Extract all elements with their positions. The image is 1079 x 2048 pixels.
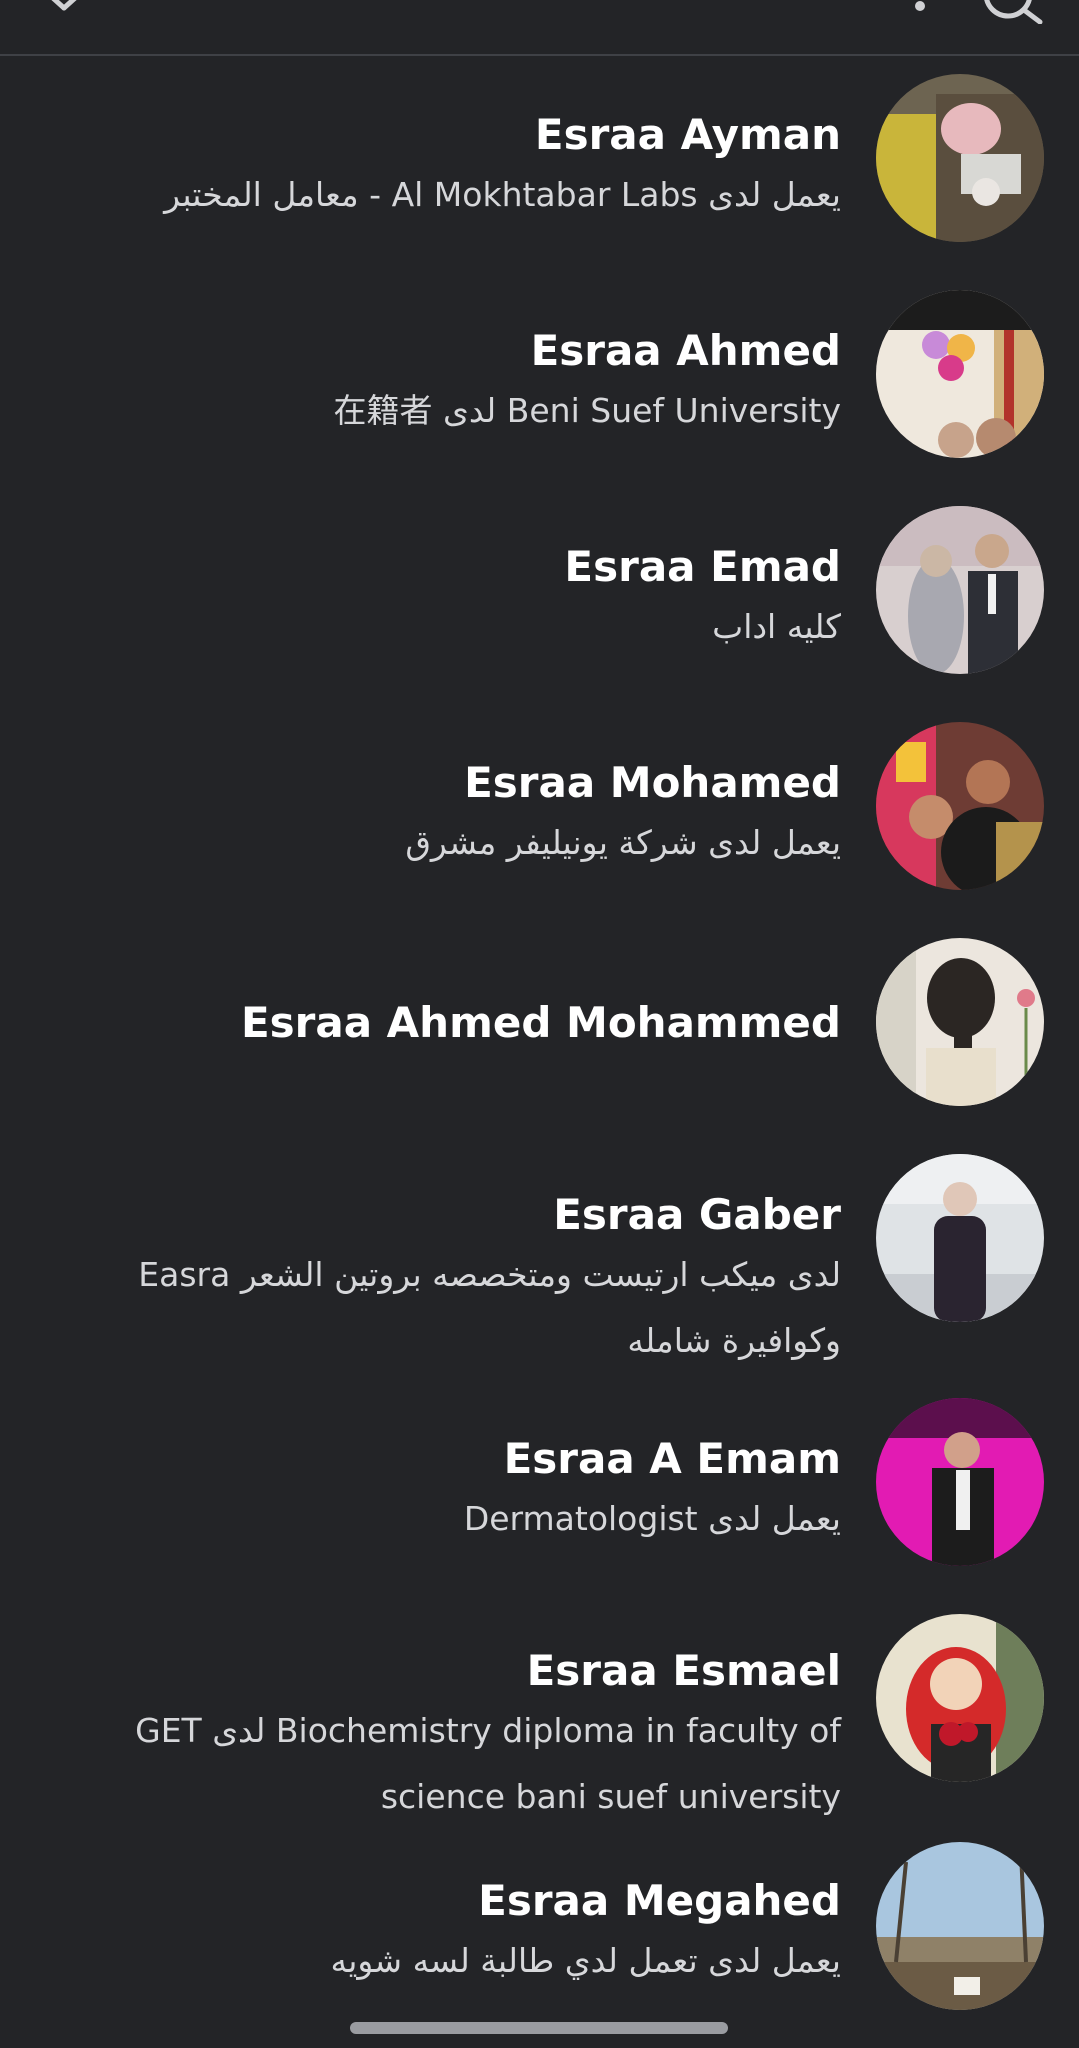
search-icon bbox=[984, 0, 1043, 25]
person-subtitle: يعمل لدى شركة يونيليفر مشرق bbox=[405, 823, 841, 862]
person-subtitle: يعمل لدى Dermatologist bbox=[463, 1499, 841, 1538]
person-photo-avatar-icon bbox=[876, 1842, 1044, 2010]
person-subtitle: يعمل لدى Al Mokhtabar Labs - معامل المخت… bbox=[164, 175, 841, 214]
person-photo-avatar-icon bbox=[876, 74, 1044, 242]
top-divider bbox=[0, 54, 1079, 56]
avatar bbox=[876, 74, 1044, 242]
list-item[interactable]: Esraa Esmael GET لدى Biochemistry diplom… bbox=[0, 1614, 1079, 1816]
list-item[interactable]: Esraa Ahmed 在籍者 لدى Beni Suef University bbox=[0, 290, 1079, 470]
list-item[interactable]: Esraa Megahed يعمل لدى تعمل لدي طالبة لس… bbox=[0, 1842, 1079, 2022]
close-button[interactable] bbox=[36, 0, 96, 20]
person-photo-avatar-icon bbox=[876, 722, 1044, 890]
person-photo-avatar-icon bbox=[876, 1614, 1044, 1782]
close-icon bbox=[51, 0, 77, 11]
person-name: Esraa Mohamed bbox=[464, 758, 841, 807]
search-button[interactable] bbox=[970, 0, 1050, 25]
avatar bbox=[876, 1842, 1044, 2010]
more-button[interactable] bbox=[905, 0, 935, 18]
avatar bbox=[876, 938, 1044, 1106]
avatar bbox=[876, 1398, 1044, 1566]
list-item[interactable]: Esraa Ayman يعمل لدى Al Mokhtabar Labs -… bbox=[0, 74, 1079, 254]
avatar bbox=[876, 1154, 1044, 1322]
person-photo-avatar-icon bbox=[876, 506, 1044, 674]
person-subtitle: GET لدى Biochemistry diploma in faculty … bbox=[135, 1711, 841, 1816]
person-name: Esraa Ayman bbox=[534, 110, 841, 159]
avatar bbox=[876, 722, 1044, 890]
person-name: Esraa Emad bbox=[564, 542, 841, 591]
person-name: Esraa Ahmed Mohammed bbox=[240, 998, 841, 1047]
person-name: Esraa A Emam bbox=[503, 1434, 841, 1483]
person-photo-avatar-icon bbox=[876, 1154, 1044, 1322]
list-item[interactable]: Esraa Emad كليه اداب bbox=[0, 506, 1079, 686]
person-photo-avatar-icon bbox=[876, 290, 1044, 458]
list-item[interactable]: Esraa Gaber Easra لدى ميكب ارتيست ومتخصص… bbox=[0, 1154, 1079, 1394]
person-subtitle: 在籍者 لدى Beni Suef University bbox=[333, 391, 841, 430]
person-name: Esraa Ahmed bbox=[530, 326, 841, 375]
person-photo-avatar-icon bbox=[876, 1398, 1044, 1566]
avatar bbox=[876, 290, 1044, 458]
top-bar bbox=[0, 0, 1079, 54]
home-indicator[interactable] bbox=[350, 2022, 728, 2034]
person-photo-avatar-icon bbox=[876, 938, 1044, 1106]
person-name: Esraa Esmael bbox=[526, 1646, 841, 1695]
person-subtitle: كليه اداب bbox=[712, 607, 841, 646]
list-item[interactable]: Esraa Ahmed Mohammed bbox=[0, 938, 1079, 1118]
avatar bbox=[876, 1614, 1044, 1782]
person-name: Esraa Gaber bbox=[553, 1190, 841, 1239]
person-subtitle: Easra لدى ميكب ارتيست ومتخصصه بروتين الش… bbox=[138, 1255, 841, 1360]
list-item[interactable]: Esraa A Emam يعمل لدى Dermatologist bbox=[0, 1398, 1079, 1578]
list-item[interactable]: Esraa Mohamed يعمل لدى شركة يونيليفر مشر… bbox=[0, 722, 1079, 902]
person-subtitle: يعمل لدى تعمل لدي طالبة لسه شويه bbox=[330, 1941, 842, 1980]
more-icon bbox=[915, 1, 925, 11]
person-name: Esraa Megahed bbox=[478, 1876, 841, 1925]
avatar bbox=[876, 506, 1044, 674]
